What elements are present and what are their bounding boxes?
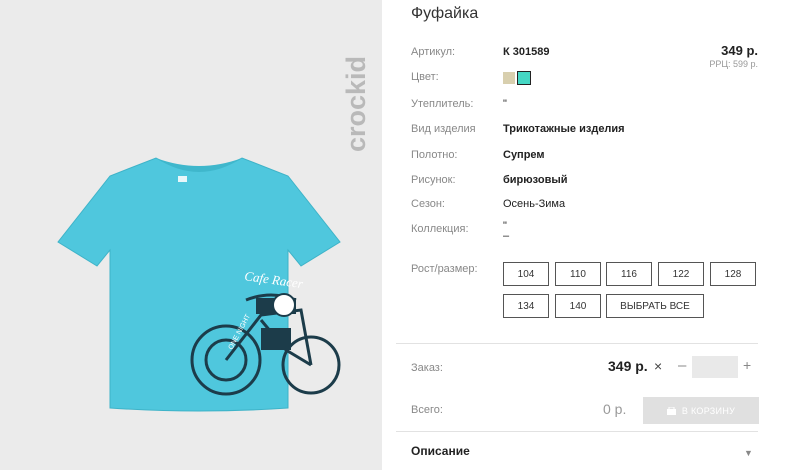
- description-title[interactable]: Описание: [411, 444, 470, 458]
- size-option-128[interactable]: 128: [710, 262, 756, 286]
- increase-quantity-button[interactable]: +: [743, 357, 751, 373]
- brand-logo: crockid: [341, 56, 371, 152]
- size-option-134[interactable]: 134: [503, 294, 549, 318]
- product-price: 349 р.: [721, 43, 758, 58]
- color-label: Цвет:: [411, 71, 439, 83]
- total-value: 0 р.: [603, 401, 627, 417]
- size-option-122[interactable]: 122: [658, 262, 704, 286]
- size-option-140[interactable]: 140: [555, 294, 601, 318]
- chevron-down-icon[interactable]: ▼: [744, 448, 753, 458]
- order-price: 349 р.: [608, 358, 648, 374]
- size-option-116[interactable]: 116: [606, 262, 652, 286]
- divider: [396, 343, 758, 344]
- season-label: Сезон:: [411, 198, 445, 210]
- fabric-value: Супрем: [503, 149, 545, 161]
- collection-value-line2: –: [503, 230, 510, 242]
- decrease-quantity-button[interactable]: –: [678, 357, 686, 374]
- product-type-label: Вид изделия: [411, 123, 476, 135]
- color-swatch-turquoise[interactable]: [517, 71, 531, 85]
- add-to-cart-label: В КОРЗИНУ: [681, 405, 736, 416]
- size-option-104[interactable]: 104: [503, 262, 549, 286]
- season-value: Осень-Зима: [503, 198, 566, 210]
- color-swatch-beige[interactable]: [503, 72, 515, 84]
- product-title: Фуфайка: [411, 5, 479, 22]
- collection-value: " –: [503, 221, 510, 242]
- insulation-value: ": [503, 98, 507, 110]
- product-photo[interactable]: crockid Cafe Racer ONE NIGHT: [0, 0, 382, 470]
- select-all-sizes-button[interactable]: ВЫБРАТЬ ВСЕ: [606, 294, 704, 318]
- collection-label: Коллекция:: [411, 223, 469, 235]
- svg-text:crockid: crockid: [341, 56, 371, 152]
- article-value: К 301589: [503, 46, 550, 58]
- product-type-value: Трикотажные изделия: [503, 123, 625, 135]
- cart-icon: [666, 406, 676, 415]
- insulation-label: Утеплитель:: [411, 98, 474, 110]
- quantity-input[interactable]: [692, 356, 738, 378]
- pattern-value: бирюзовый: [503, 174, 568, 186]
- order-label: Заказ:: [411, 362, 443, 374]
- recommended-price: РРЦ: 599 р.: [709, 59, 758, 69]
- total-label: Всего:: [411, 404, 443, 416]
- article-label: Артикул:: [411, 46, 456, 58]
- fabric-label: Полотно:: [411, 149, 458, 161]
- size-label: Рост/размер:: [411, 263, 478, 275]
- tshirt-image: Cafe Racer ONE NIGHT: [57, 157, 341, 412]
- remove-icon[interactable]: ×: [654, 358, 662, 374]
- size-option-110[interactable]: 110: [555, 262, 601, 286]
- add-to-cart-button[interactable]: В КОРЗИНУ: [643, 397, 759, 424]
- divider: [396, 431, 758, 432]
- pattern-label: Рисунок:: [411, 174, 456, 186]
